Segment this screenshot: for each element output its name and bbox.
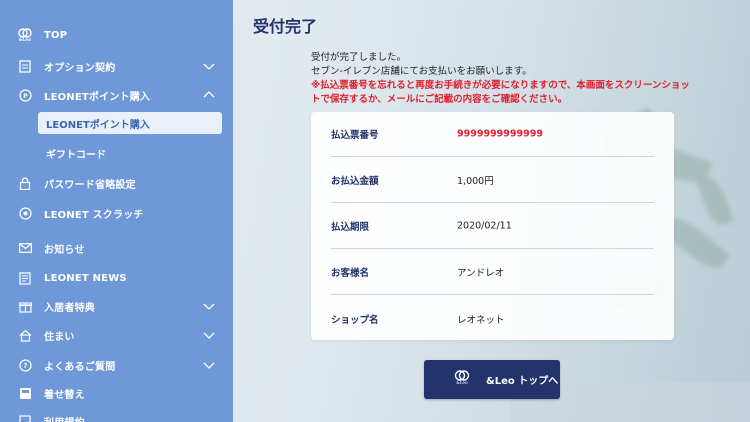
detail-label: 払込票番号 <box>331 130 379 141</box>
sidebar-item-notice[interactable]: お知らせ <box>0 235 233 261</box>
sidebar-item-label: LEONET スクラッチ <box>44 209 144 221</box>
sidebar-item-home[interactable]: 住まい <box>0 322 233 348</box>
mail-icon <box>18 241 32 255</box>
completion-message: 受付が完了しました。 セブン-イレブン店舗にてお支払いをお願いします。 ※払込票… <box>311 51 691 107</box>
detail-row-shop-name: ショップ名 レオネット <box>331 296 654 341</box>
detail-row-deadline: 払込期限 2020/02/11 <box>331 204 654 249</box>
page-title: 受付完了 <box>253 17 318 36</box>
sidebar-item-label: よくあるご質問 <box>44 361 116 373</box>
leo-logo-icon: &Leo <box>18 28 32 42</box>
sidebar-item-terms[interactable]: 利用規約 <box>0 408 233 422</box>
sidebar-item-label: 着せ替え <box>44 389 85 401</box>
sidebar-item-points[interactable]: P LEONETポイント購入 <box>0 82 233 108</box>
detail-label: お払込金額 <box>331 176 379 187</box>
sidebar-item-label: LEONET NEWS <box>44 272 127 284</box>
svg-text:?: ? <box>23 362 27 370</box>
sidebar-item-faq[interactable]: ? よくあるご質問 <box>0 352 233 378</box>
leo-logo-icon: &Leo <box>452 369 472 390</box>
sidebar-item-benefits[interactable]: 入居者特典 <box>0 293 233 319</box>
house-icon <box>18 328 32 342</box>
leo-top-button-label: &Leo トップへ <box>486 376 559 387</box>
points-icon: P <box>18 88 32 102</box>
news-icon <box>18 271 32 285</box>
sidebar: &Leo TOP オプション契約 P LEONETポイント購入 LEONETポイ… <box>0 0 233 422</box>
sidebar-item-label: TOP <box>44 29 68 41</box>
detail-label: お客様名 <box>331 268 370 279</box>
detail-label: ショップ名 <box>331 314 379 326</box>
leo-logo-text: &Leo <box>456 380 468 386</box>
chevron-down-icon <box>203 362 215 369</box>
sidebar-item-label: 住まい <box>44 331 75 343</box>
message-line-2: セブン-イレブン店舗にてお支払いをお願いします。 <box>311 66 532 77</box>
chevron-down-icon <box>203 303 215 310</box>
submenu-item-points-purchase[interactable]: LEONETポイント購入 <box>38 112 222 134</box>
chevron-up-icon <box>203 91 215 98</box>
submenu-item-label: ギフトコード <box>46 149 106 161</box>
sidebar-item-password[interactable]: パスワード省略設定 <box>0 170 233 196</box>
sidebar-item-option[interactable]: オプション契約 <box>0 53 233 79</box>
contract-icon <box>18 59 32 73</box>
detail-value: アンドレオ <box>457 268 505 279</box>
message-line-1: 受付が完了しました。 <box>311 52 407 63</box>
submenu-item-label: LEONETポイント購入 <box>46 119 150 131</box>
detail-value: 2020/02/11 <box>457 220 512 232</box>
sidebar-item-label: LEONETポイント購入 <box>44 91 151 103</box>
chevron-down-icon <box>203 63 215 70</box>
sidebar-item-leonet-news[interactable]: LEONET NEWS <box>0 265 233 291</box>
detail-value: 1,000円 <box>457 176 494 187</box>
submenu-item-gift-code[interactable]: ギフトコード <box>38 142 106 164</box>
sidebar-item-label: お知らせ <box>44 244 85 256</box>
theme-icon <box>18 386 32 400</box>
detail-row-slip-number: 払込票番号 9999999999999 <box>331 112 654 157</box>
chevron-down-icon <box>203 332 215 339</box>
sidebar-item-top[interactable]: &Leo TOP <box>0 22 233 48</box>
sidebar-item-label: 利用規約 <box>44 414 85 422</box>
sidebar-item-label: 入居者特典 <box>44 302 95 314</box>
warning-text: ※払込票番号を忘れると再度お手続きが必要になりますので、本画面をスクリーンショッ… <box>311 80 690 105</box>
detail-row-customer-name: お客様名 アンドレオ <box>331 250 654 295</box>
gift-icon <box>18 299 32 313</box>
detail-value: 9999999999999 <box>457 128 543 140</box>
question-icon: ? <box>18 358 32 372</box>
sidebar-item-scratch[interactable]: LEONET スクラッチ <box>0 200 233 226</box>
detail-label: 払込期限 <box>331 222 370 233</box>
detail-row-amount: お払込金額 1,000円 <box>331 158 654 203</box>
payment-details-card: 払込票番号 9999999999999 お払込金額 1,000円 払込期限 20… <box>311 112 674 340</box>
lock-icon <box>18 176 32 190</box>
scratch-icon <box>18 206 32 220</box>
terms-icon <box>18 414 32 422</box>
leo-logo-text: &Leo <box>18 37 32 42</box>
sidebar-item-label: オプション契約 <box>44 62 116 74</box>
sidebar-item-label: パスワード省略設定 <box>44 179 136 191</box>
detail-value: レオネット <box>457 314 505 326</box>
svg-text:P: P <box>23 93 28 100</box>
leo-top-button[interactable]: &Leo &Leo トップへ <box>424 360 560 399</box>
sidebar-item-theme[interactable]: 着せ替え <box>0 380 233 406</box>
